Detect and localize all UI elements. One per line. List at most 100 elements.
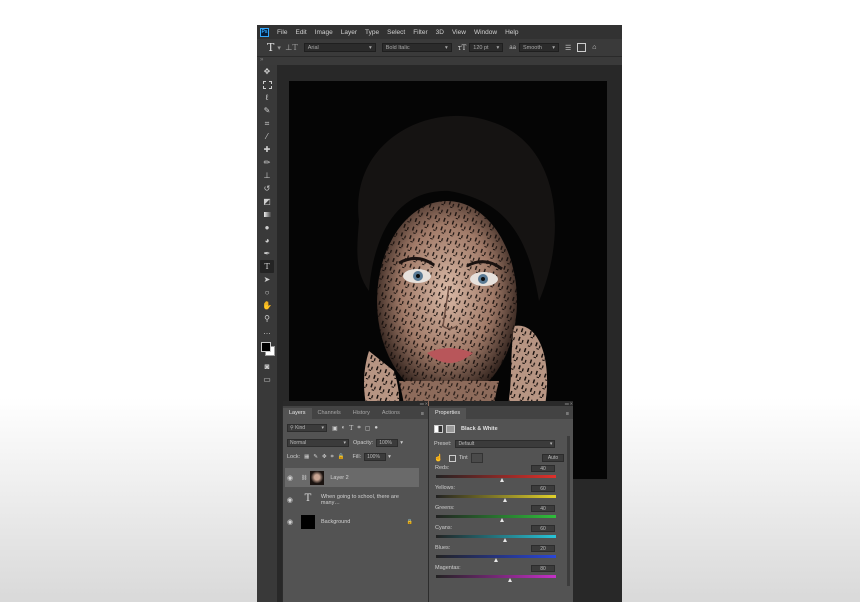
pen-tool-icon[interactable]: ✒ [260,247,274,260]
font-family-select[interactable]: Arial ▾ [303,43,376,52]
layer-filter-kind-select[interactable]: ⚲ Kind ▾ [287,424,327,432]
greens-input[interactable]: 40 [531,505,555,512]
chevron-down-icon[interactable]: ▾ [400,440,403,446]
menu-edit[interactable]: Edit [295,29,306,36]
menu-view[interactable]: View [452,29,466,36]
panel-collapse-bar[interactable]: ◂◂ ✕ [283,401,428,406]
filter-adjustment-icon[interactable]: ◐ [342,425,346,431]
visibility-eye-icon[interactable]: ◉ [285,496,295,504]
quick-mask-icon[interactable]: ◙ [260,360,274,373]
shape-tool-icon[interactable]: ○ [260,286,274,299]
panel-menu-icon[interactable]: ≡ [417,409,428,419]
gradient-tool-icon[interactable] [260,208,274,221]
tab-properties[interactable]: Properties [429,408,467,419]
tab-actions[interactable]: Actions [376,408,406,419]
dodge-tool-icon[interactable]: ◕ [260,234,274,247]
reds-slider-handle[interactable] [499,478,504,482]
antialias-select[interactable]: Smooth ▾ [518,43,559,52]
lock-all-icon[interactable]: 🔒 [338,454,345,460]
reds-input[interactable]: 40 [531,465,555,472]
yellows-slider[interactable] [436,495,556,498]
menu-3d[interactable]: 3D [436,29,444,36]
quick-select-tool-icon[interactable]: ✎ [260,104,274,117]
double-chevron-icon[interactable]: » [260,57,263,63]
targeted-adjustment-hand-icon[interactable]: ☝ [434,454,443,462]
layer-name[interactable]: When going to school, there are many… [321,494,419,506]
magentas-input[interactable]: 80 [531,565,555,572]
layer-row[interactable]: ◉ T When going to school, there are many… [285,490,419,509]
tint-color-swatch[interactable] [470,453,483,463]
history-brush-tool-icon[interactable]: ↺ [260,182,274,195]
layer-row[interactable]: ◉ Background 🔒 [285,512,419,531]
cyans-slider[interactable] [436,535,556,538]
opacity-input[interactable]: 100% [376,439,399,447]
lock-position-icon[interactable]: ✥ [322,454,327,460]
foreground-color-swatch[interactable] [261,342,271,352]
type-tool-icon[interactable]: T [267,41,274,54]
menu-image[interactable]: Image [315,29,333,36]
brush-tool-icon[interactable]: ✏ [260,156,274,169]
lasso-tool-icon[interactable]: ℓ [260,91,274,104]
lock-artboard-icon[interactable]: ⌗ [331,454,334,461]
layer-name[interactable]: Background [321,519,350,525]
align-left-icon[interactable]: ☰ [565,44,571,52]
layer-name[interactable]: Layer 2 [330,475,348,481]
reds-slider[interactable] [436,475,556,478]
filter-toggle-icon[interactable]: ● [374,425,378,431]
more-tools-icon[interactable]: … [260,325,274,338]
eyedropper-tool-icon[interactable]: ⁄ [260,130,274,143]
tint-checkbox[interactable] [448,454,456,462]
menu-help[interactable]: Help [505,29,518,36]
menu-file[interactable]: File [277,29,287,36]
menu-select[interactable]: Select [387,29,405,36]
greens-slider-handle[interactable] [499,518,504,522]
lock-image-icon[interactable]: ✎ [313,454,318,460]
screen-mode-icon[interactable]: ▭ [260,373,274,386]
panel-collapse-bar[interactable]: ◂◂ ✕ [429,401,573,406]
yellows-input[interactable]: 60 [531,485,555,492]
menu-filter[interactable]: Filter [413,29,427,36]
magentas-slider[interactable] [436,575,556,578]
text-color-swatch[interactable] [577,43,587,52]
auto-button[interactable]: Auto [542,454,564,462]
filter-pixel-icon[interactable]: ▣ [332,425,338,432]
filter-type-icon[interactable]: T [349,425,353,432]
visibility-eye-icon[interactable]: ◉ [285,518,295,526]
fill-input[interactable]: 100% [364,453,387,461]
tab-layers[interactable]: Layers [283,408,312,419]
chevron-down-icon[interactable]: ▾ [277,44,281,52]
warp-text-icon[interactable]: ⌂ [592,44,596,51]
mask-icon[interactable] [446,425,455,433]
blues-slider-handle[interactable] [493,558,498,562]
panel-menu-icon[interactable]: ≡ [562,409,573,419]
visibility-eye-icon[interactable]: ◉ [285,474,295,482]
chevron-down-icon[interactable]: ▾ [388,454,391,460]
photoshop-logo-icon[interactable]: Ps [260,27,269,37]
cyans-input[interactable]: 60 [531,525,555,532]
preset-select[interactable]: Default ▾ [455,440,556,448]
magentas-slider-handle[interactable] [507,578,512,582]
path-selection-tool-icon[interactable]: ➤ [260,273,274,286]
layer-row[interactable]: ◉ ⛓ Layer 2 [285,468,419,487]
font-size-select[interactable]: 120 pt ▾ [469,43,504,52]
cyans-slider-handle[interactable] [503,538,508,542]
text-orientation-icon[interactable]: ⊥T [285,43,298,52]
menu-window[interactable]: Window [474,29,497,36]
tab-history[interactable]: History [347,408,376,419]
blend-mode-select[interactable]: Normal ▾ [287,439,349,447]
lock-transparent-icon[interactable]: ▦ [304,454,309,460]
tab-channels[interactable]: Channels [312,408,347,419]
type-tool-icon[interactable]: T [260,260,274,273]
yellows-slider-handle[interactable] [503,498,508,502]
eraser-tool-icon[interactable]: ◩ [260,195,274,208]
font-style-select[interactable]: Bold Italic ▾ [381,43,452,52]
zoom-tool-icon[interactable]: ⚲ [260,312,274,325]
crop-tool-icon[interactable]: ⌗ [260,117,274,130]
menu-layer[interactable]: Layer [341,29,357,36]
filter-shape-icon[interactable]: ⌗ [357,425,360,432]
move-tool-icon[interactable]: ✥ [260,65,274,78]
blues-input[interactable]: 20 [531,545,555,552]
healing-brush-tool-icon[interactable]: ✚ [260,143,274,156]
hand-tool-icon[interactable]: ✋ [260,299,274,312]
filter-smart-object-icon[interactable]: ▢ [365,425,371,432]
